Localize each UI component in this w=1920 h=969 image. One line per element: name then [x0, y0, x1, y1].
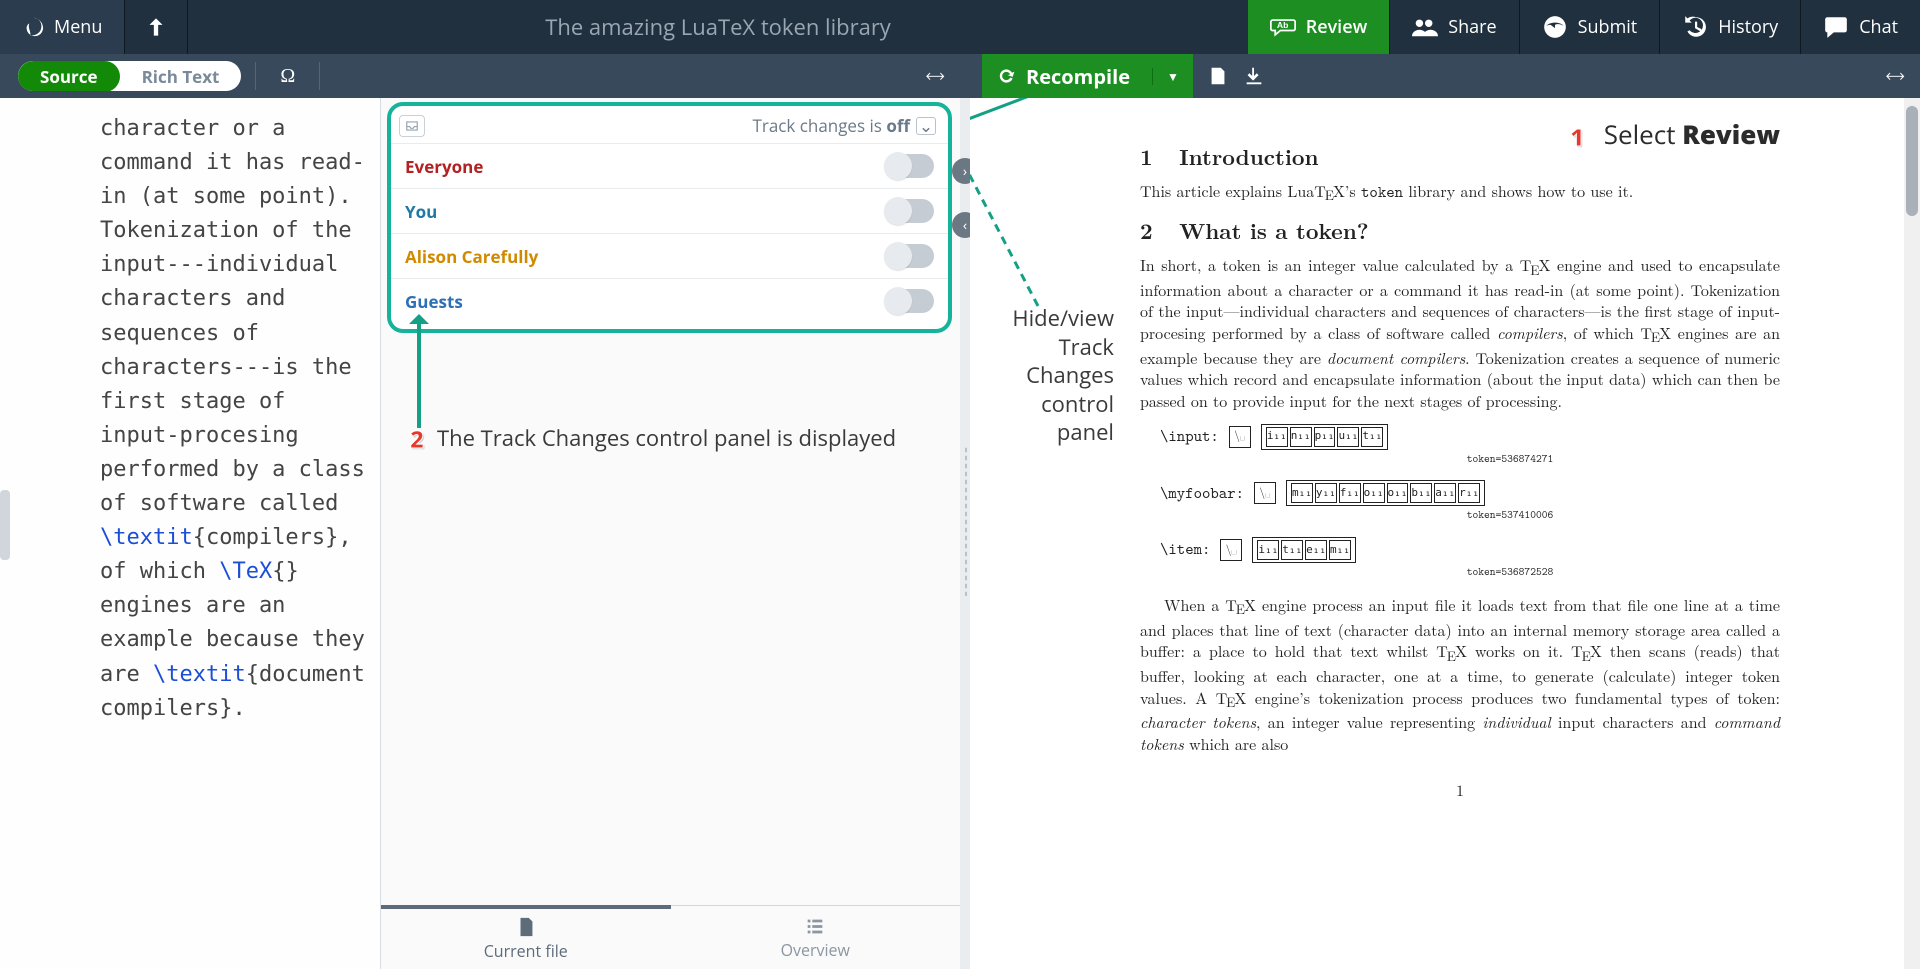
- annotation-text-1a: Select: [1604, 116, 1683, 152]
- annotation-text-2: The Track Changes control panel is displ…: [437, 423, 896, 453]
- splitter-grip[interactable]: [964, 446, 968, 596]
- file-icon: [515, 916, 537, 938]
- code-command: \textit: [100, 525, 193, 550]
- top-toolbar: Menu The amazing LuaTeX token library Ab…: [0, 0, 1920, 54]
- annotation-number-1: 1: [1563, 121, 1591, 149]
- pdf-p2: In short, a token is an integer value ca…: [1140, 254, 1780, 411]
- tab-current-file[interactable]: Current file: [381, 905, 671, 969]
- editor-mode-toggle: Source Rich Text: [18, 61, 241, 91]
- rich-text-mode-button[interactable]: Rich Text: [120, 61, 242, 91]
- track-row-alison: Alison Carefully: [391, 233, 948, 278]
- chat-label: Chat: [1859, 15, 1898, 39]
- annotation-arrow-hide: [970, 116, 1098, 316]
- pdf-expand-icon[interactable]: ⤢: [1881, 62, 1908, 89]
- code-text: character or a command it has read-in (a…: [100, 116, 378, 516]
- left-pane: character or a command it has read-in (a…: [0, 98, 960, 969]
- track-row-you: You: [391, 188, 948, 233]
- project-title[interactable]: The amazing LuaTeX token library: [188, 0, 1247, 54]
- track-changes-header: Track changes is off ⌄: [391, 108, 948, 143]
- submit-icon: [1542, 14, 1568, 40]
- annotation-arrow-2: [417, 316, 421, 428]
- toggle-you[interactable]: [886, 199, 934, 223]
- track-changes-panel: Track changes is off ⌄ Everyone You Alis…: [387, 102, 952, 333]
- code-editor[interactable]: character or a command it has read-in (a…: [0, 98, 380, 969]
- token-caption-2: token=537410006: [1240, 508, 1780, 523]
- track-name-alison: Alison Carefully: [405, 245, 538, 268]
- menu-button[interactable]: Menu: [0, 0, 125, 54]
- code-command: \TeX: [219, 559, 272, 584]
- pane-splitter[interactable]: [960, 98, 970, 969]
- pdf-p3: When a TeX engine process an input file …: [1140, 594, 1780, 755]
- annotation-callout-hide: Hide/view Track Changes control panel: [984, 304, 1114, 447]
- logs-icon[interactable]: [1207, 65, 1229, 87]
- pdf-p1: This article explains LuaTeX’s token lib…: [1140, 180, 1780, 205]
- history-button[interactable]: History: [1660, 0, 1801, 54]
- chat-icon: [1823, 14, 1849, 40]
- review-tabs: Current file Overview: [381, 905, 960, 969]
- token-diagram-3: \item: \␣ i₁₁t₁₁e₁₁m₁₁: [1160, 537, 1780, 563]
- track-row-guests: Guests: [391, 278, 948, 323]
- track-changes-dropdown[interactable]: ⌄: [916, 117, 936, 135]
- overleaf-logo-icon: [22, 16, 44, 38]
- pdf-scrollbar-thumb[interactable]: [1906, 106, 1918, 216]
- list-icon: [804, 915, 826, 937]
- review-column: Track changes is off ⌄ Everyone You Alis…: [380, 98, 960, 969]
- tab-overview[interactable]: Overview: [671, 906, 961, 969]
- submit-label: Submit: [1578, 15, 1638, 39]
- chat-button[interactable]: Chat: [1801, 0, 1920, 54]
- review-button[interactable]: Ab Review: [1248, 0, 1391, 54]
- divider: [255, 62, 256, 90]
- review-label: Review: [1306, 15, 1368, 39]
- history-label: History: [1718, 15, 1778, 39]
- pdf-scrollbar-track[interactable]: [1904, 98, 1920, 969]
- left-resize-handle[interactable]: [0, 490, 10, 560]
- download-icon[interactable]: [1243, 65, 1265, 87]
- pdf-preview[interactable]: 1 Introduction This article explains Lua…: [970, 98, 1920, 820]
- track-changes-status: Track changes is off: [753, 114, 910, 137]
- svg-text:Ab: Ab: [1277, 20, 1289, 30]
- main-panes: character or a command it has read-in (a…: [0, 98, 1920, 969]
- refresh-icon: [996, 66, 1016, 86]
- home-button[interactable]: [125, 0, 188, 54]
- code-command: \textit: [153, 662, 246, 687]
- recompile-dropdown[interactable]: ▼: [1152, 68, 1193, 85]
- divider: [319, 62, 320, 90]
- symbol-palette-button[interactable]: Ω: [270, 65, 305, 88]
- toggle-guests[interactable]: [886, 289, 934, 313]
- menu-label: Menu: [54, 15, 102, 39]
- tab-current-label: Current file: [484, 940, 568, 962]
- pdf-page-number: 1: [1140, 779, 1780, 801]
- token-diagram-1: \input: \␣ i₁₁n₁₁p₁₁u₁₁t₁₁: [1160, 424, 1780, 450]
- share-icon: [1412, 14, 1438, 40]
- editor-expand-icon[interactable]: ⤢: [921, 62, 948, 89]
- source-mode-button[interactable]: Source: [18, 61, 120, 91]
- token-caption-3: token=536872528: [1240, 565, 1780, 580]
- annotation-text-1b: Review: [1682, 116, 1780, 152]
- share-button[interactable]: Share: [1390, 0, 1519, 54]
- track-row-everyone: Everyone: [391, 143, 948, 188]
- submit-button[interactable]: Submit: [1520, 0, 1661, 54]
- tab-overview-label: Overview: [781, 939, 850, 961]
- up-arrow-icon: [143, 14, 169, 40]
- token-diagram-2: \myfoobar: \␣ m₁₁y₁₁f₁₁o₁₁o₁₁b₁₁a₁₁r₁₁: [1160, 480, 1780, 506]
- toggle-alison[interactable]: [886, 244, 934, 268]
- token-caption-1: token=536874271: [1240, 452, 1780, 467]
- pdf-pane: 1 Select Review Hide/view Track Changes …: [970, 98, 1920, 969]
- history-icon: [1682, 14, 1708, 40]
- recompile-button[interactable]: Recompile ▼: [982, 54, 1193, 98]
- track-name-everyone: Everyone: [405, 155, 483, 178]
- review-icon: Ab: [1270, 14, 1296, 40]
- toggle-everyone[interactable]: [886, 154, 934, 178]
- inbox-icon[interactable]: [399, 115, 425, 137]
- track-name-you: You: [405, 200, 437, 223]
- recompile-label: Recompile: [1026, 63, 1130, 90]
- share-label: Share: [1448, 15, 1496, 39]
- annotation-number-2: 2: [403, 424, 431, 452]
- sub-toolbar: Source Rich Text Ω ⤢ Recompile ▼ ⤢: [0, 54, 1920, 98]
- pdf-heading-2: 2 What is a token?: [1140, 216, 1780, 246]
- annotation-callout-1: 1 Select Review: [1563, 116, 1780, 152]
- annotation-callout-2: 2The Track Changes control panel is disp…: [403, 424, 950, 454]
